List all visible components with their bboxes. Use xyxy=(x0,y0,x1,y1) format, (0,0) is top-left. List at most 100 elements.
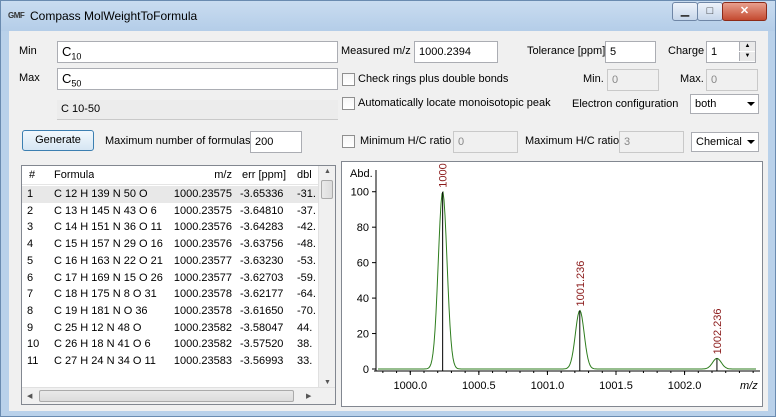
results-table[interactable]: # Formula m/z err [ppm] dbl 1 C 12 H 139 … xyxy=(21,165,336,405)
measured-mz-input[interactable]: 1000.2394 xyxy=(414,41,498,63)
peak-label: 1000 xyxy=(438,163,450,187)
y-tick-label: 20 xyxy=(357,329,369,341)
y-tick-label: 100 xyxy=(351,187,369,199)
table-row[interactable]: 6 C 17 H 169 N 15 O 26 1000.23577 -3.62703-… xyxy=(22,270,319,287)
scroll-left-icon[interactable]: ◀ xyxy=(27,392,32,400)
charge-stepper[interactable]: 1 ▲ ▼ xyxy=(706,41,756,63)
cell-dbl: -37. xyxy=(297,204,316,217)
cell-formula: C 15 H 157 N 29 O 16 xyxy=(54,238,163,251)
cell-err: -3.62177 xyxy=(240,288,284,301)
min-prefix: C xyxy=(62,44,72,59)
charge-label: Charge xyxy=(668,45,705,57)
min-subscript: 10 xyxy=(71,51,82,62)
scroll-down-icon[interactable]: ▼ xyxy=(324,379,331,386)
cell-mz: 1000.23576 xyxy=(173,238,232,251)
cell-mz: 1000.23578 xyxy=(173,304,232,317)
maximize-button[interactable]: □ xyxy=(697,2,723,21)
rings-max-label: Max. xyxy=(680,73,704,85)
x-tick-label: 1001.5 xyxy=(599,380,633,392)
rings-checkbox[interactable] xyxy=(342,73,355,86)
max-formulas-input[interactable]: 200 xyxy=(250,131,302,153)
cell-err: -3.63756 xyxy=(240,238,284,251)
cell-mz: 1000.23575 xyxy=(173,204,232,217)
isotope-spectrum-chart[interactable]: 0 20 40 60 80 100 1000.0 1000.5 1001.0 1001.5 1002… xyxy=(341,161,763,407)
vertical-scrollbar[interactable]: ▲ ▼ xyxy=(318,166,335,388)
peak-label: 1001.236 xyxy=(575,261,587,307)
max-label: Max xyxy=(19,72,40,84)
max-formula-input[interactable]: C50 xyxy=(57,68,338,90)
rings-max-input[interactable]: 0 xyxy=(706,69,758,91)
cell-err: -3.63230 xyxy=(240,254,284,267)
app-window: GMF Compass MolWeightToFormula ▁ □ ✕ Min… xyxy=(0,0,776,417)
y-tick-label: 0 xyxy=(363,364,369,376)
table-row[interactable]: 9 C 25 H 12 N 48 O 1000.23582 -3.58047 44. xyxy=(22,320,319,337)
col-header-err[interactable]: err [ppm] xyxy=(242,169,286,181)
cell-dbl: -59. xyxy=(297,271,316,284)
max-hc-label: Maximum H/C ratio xyxy=(525,135,620,147)
min-hc-input[interactable]: 0 xyxy=(453,131,518,153)
table-row[interactable]: 2 C 13 H 145 N 43 O 6 1000.23575 -3.64810 -3… xyxy=(22,203,319,220)
cell-index: 1 xyxy=(27,188,34,200)
min-hc-label: Minimum H/C ratio xyxy=(360,135,452,147)
col-header-mz[interactable]: m/z xyxy=(172,169,232,181)
spin-up-icon[interactable]: ▲ xyxy=(739,42,755,51)
cell-dbl: -31. xyxy=(297,188,316,200)
table-row[interactable]: 3 C 14 H 151 N 36 O 11 1000.23576 -3.64283-… xyxy=(22,219,319,236)
min-label: Min xyxy=(19,45,37,57)
col-header-formula[interactable]: Formula xyxy=(54,169,94,181)
cell-formula: C 13 H 145 N 43 O 6 xyxy=(54,204,157,217)
scroll-up-icon[interactable]: ▲ xyxy=(324,168,331,175)
electron-config-select[interactable]: both xyxy=(690,94,759,114)
cell-err: -3.65336 xyxy=(240,188,284,200)
title-bar: GMF Compass MolWeightToFormula ▁ □ ✕ xyxy=(1,1,775,31)
generate-button[interactable]: Generate xyxy=(22,130,94,151)
app-logo-icon: GMF xyxy=(8,11,25,20)
close-button[interactable]: ✕ xyxy=(722,2,767,21)
x-tick-label: 1000.5 xyxy=(462,380,496,392)
table-row[interactable]: 11 C 27 H 24 N 34 O 11 1000.23583 -3.56993 3… xyxy=(22,353,319,370)
electron-config-label: Electron configuration xyxy=(572,98,679,110)
mode-select[interactable]: Chemical xyxy=(691,132,759,152)
charge-value: 1 xyxy=(711,46,718,58)
cell-err: -3.62703 xyxy=(240,271,284,284)
cell-mz: 1000.23578 xyxy=(173,288,232,301)
cell-dbl: -53. xyxy=(297,254,316,267)
cell-err: -3.64810 xyxy=(240,204,284,217)
max-hc-input[interactable]: 3 xyxy=(619,131,684,153)
cell-dbl: -42. xyxy=(297,221,316,234)
min-hc-checkbox[interactable] xyxy=(342,135,355,148)
table-row[interactable]: 8 C 19 H 181 N O 36 1000.23578 -3.61650 -70. xyxy=(22,303,319,320)
cell-index: 10 xyxy=(27,338,40,351)
cell-err: -3.58047 xyxy=(240,321,284,334)
max-subscript: 50 xyxy=(71,78,82,89)
min-formula-input[interactable]: C10 xyxy=(57,41,338,63)
chevron-down-icon xyxy=(747,102,755,106)
col-header-dbl[interactable]: dbl xyxy=(297,169,312,181)
col-header-index[interactable]: # xyxy=(29,169,35,181)
table-row[interactable]: 1 C 12 H 139 N 50 O 1000.23575 -3.65336 -31. xyxy=(22,186,319,203)
horizontal-scroll-thumb[interactable] xyxy=(39,390,294,402)
table-row[interactable]: 5 C 16 H 163 N 22 O 21 1000.23577 -3.63230-… xyxy=(22,253,319,270)
horizontal-scrollbar[interactable]: ◀ ▶ xyxy=(22,387,335,404)
table-row[interactable]: 10 C 26 H 18 N 41 O 6 1000.23582 -3.57520 38… xyxy=(22,336,319,353)
table-row[interactable]: 7 C 18 H 175 N 8 O 31 1000.23578 -3.62177 -6… xyxy=(22,286,319,303)
cell-err: -3.61650 xyxy=(240,304,284,317)
scroll-right-icon[interactable]: ▶ xyxy=(306,392,311,400)
spin-down-icon[interactable]: ▼ xyxy=(739,52,755,61)
peak-label: 1002.236 xyxy=(712,308,724,354)
cell-dbl: 44. xyxy=(297,321,313,334)
y-tick-label: 60 xyxy=(357,258,369,270)
cell-dbl: -64. xyxy=(297,288,316,301)
cell-index: 6 xyxy=(27,271,34,284)
cell-formula: C 12 H 139 N 50 O xyxy=(54,188,148,200)
rings-min-input[interactable]: 0 xyxy=(607,69,659,91)
cell-index: 2 xyxy=(27,204,34,217)
table-row[interactable]: 4 C 15 H 157 N 29 O 16 1000.23576 -3.63756-… xyxy=(22,236,319,253)
x-tick-label: 1001.0 xyxy=(531,380,565,392)
cell-mz: 1000.23576 xyxy=(173,221,232,234)
vertical-scroll-thumb[interactable] xyxy=(321,180,333,199)
cell-mz: 1000.23575 xyxy=(173,188,232,200)
tolerance-input[interactable]: 5 xyxy=(605,41,656,63)
mono-peak-checkbox[interactable] xyxy=(342,97,355,110)
minimize-button[interactable]: ▁ xyxy=(672,2,698,21)
